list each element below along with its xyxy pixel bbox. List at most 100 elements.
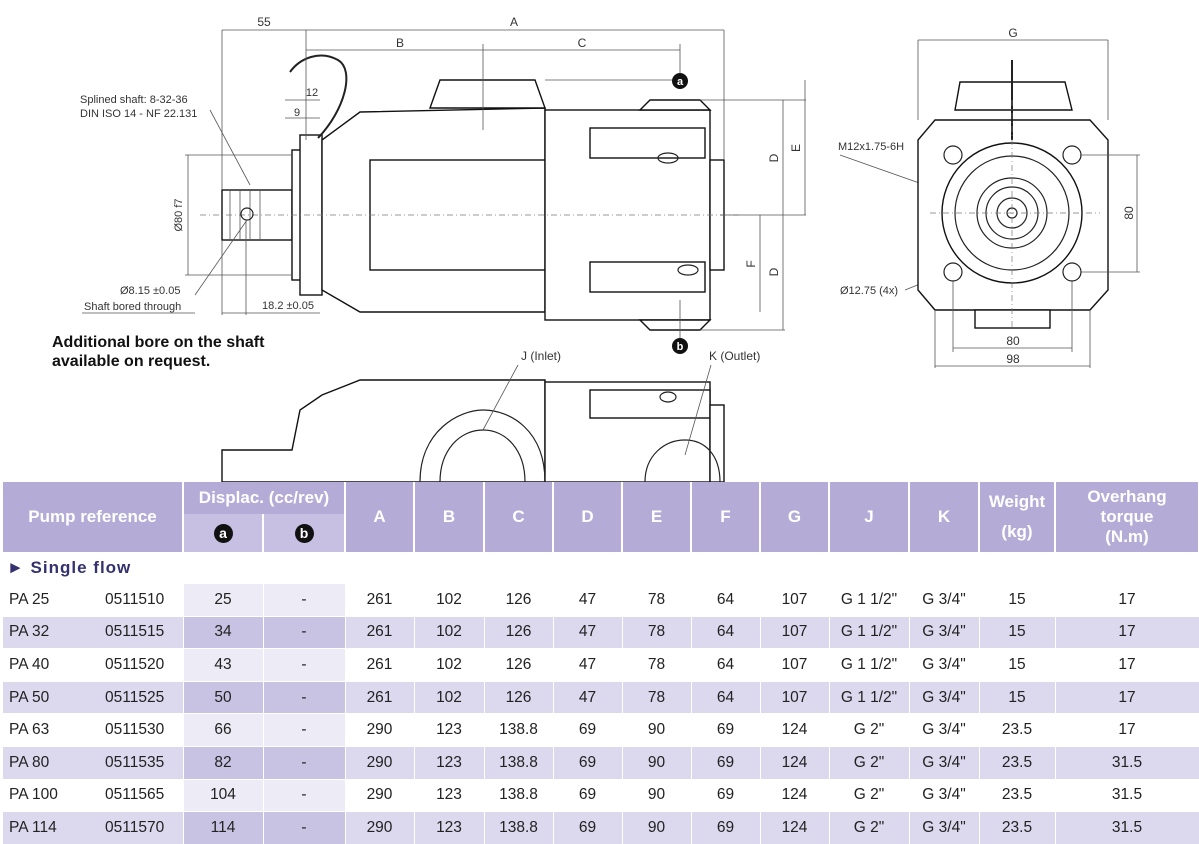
header-G: G	[760, 482, 830, 553]
thread-label: M12x1.75-6H	[838, 141, 904, 153]
header-sub-a: a	[183, 514, 264, 553]
cell-a: 261	[345, 615, 415, 649]
cell-j: G 1 1/2"	[829, 648, 910, 682]
cell-torque: 31.5	[1055, 778, 1199, 812]
table-row: PA 114 0511570 114-290 123 138.8 69 90 69 124 G 2…	[3, 811, 1199, 844]
dim-9: 9	[294, 107, 300, 119]
cell-b: -	[263, 745, 346, 780]
mark-a: a	[677, 76, 684, 88]
cell-torque: 31.5	[1055, 745, 1199, 780]
cell-g: 124	[760, 713, 830, 747]
cell-d: 69	[553, 745, 623, 780]
cell-weight: 23.5	[979, 713, 1056, 747]
pump-code: 0511570	[105, 818, 165, 836]
cell-c: 126	[484, 583, 554, 617]
dim-18-2: 18.2 ±0.05	[262, 300, 314, 312]
cell-c: 138.8	[484, 778, 554, 812]
cell-e: 90	[622, 811, 692, 844]
pump-code: 0511510	[105, 590, 165, 608]
pump-code: 0511530	[105, 721, 165, 739]
cell-f: 69	[691, 745, 761, 780]
pump-code: 0511535	[105, 753, 165, 771]
cell-f: 64	[691, 648, 761, 682]
cell-a: 290	[345, 811, 415, 844]
cell-a: 261	[345, 583, 415, 617]
cell-a: 290	[345, 745, 415, 780]
front-view: G 80 80 98 M12x1.75-6H Ø12.75 (4x)	[838, 26, 1140, 368]
cell-torque: 17	[1055, 713, 1199, 747]
holes-label: Ø12.75 (4x)	[840, 285, 898, 297]
pump-reference-cell: PA 40 0511520	[3, 648, 184, 682]
table-row: PA 25 0511510 25-261 102 126 47 78 64 107 G 1 1/2…	[3, 583, 1199, 617]
dim-A: A	[510, 15, 518, 29]
cell-d: 47	[553, 648, 623, 682]
pump-code: 0511525	[105, 688, 165, 706]
cell-g: 107	[760, 680, 830, 714]
header-displacement: Displac. (cc/rev)	[183, 482, 346, 514]
header-K: K	[909, 482, 980, 553]
cell-g: 124	[760, 745, 830, 780]
pump-reference-cell: PA 50 0511525	[3, 680, 184, 714]
cell-torque: 17	[1055, 680, 1199, 714]
header-torque-line2: torque	[1100, 507, 1154, 526]
cell-c: 126	[484, 648, 554, 682]
cell-e: 90	[622, 713, 692, 747]
section-single-flow: ► Single flow	[3, 552, 1199, 584]
note-line-1: Additional bore on the shaft	[52, 334, 265, 351]
header-E: E	[622, 482, 692, 553]
table-row: PA 50 0511525 50-261 102 126 47 78 64 107 G 1 1/2…	[3, 680, 1199, 714]
cell-c: 138.8	[484, 713, 554, 747]
header-torque-line3: (N.m)	[1105, 527, 1149, 546]
header-sub-b: b	[263, 514, 346, 553]
cell-j: G 2"	[829, 778, 910, 812]
dim-E: E	[789, 144, 803, 152]
spec-table-body: ► Single flow PA 25 0511510 25-261 102 126 47…	[3, 552, 1199, 844]
cell-b: -	[263, 648, 346, 682]
table-row: PA 80 0511535 82-290 123 138.8 69 90 69 124 G 2" G…	[3, 745, 1199, 780]
cell-k: G 3/4"	[909, 745, 980, 780]
cell-b: -	[263, 778, 346, 812]
cell-e: 78	[622, 615, 692, 649]
cell-b: 123	[414, 778, 485, 812]
bore-label: Ø8.15 ±0.05	[120, 285, 180, 297]
cell-c: 138.8	[484, 745, 554, 780]
splined-norm-label: DIN ISO 14 - NF 22.131	[80, 108, 197, 120]
header-overhang-torque: Overhang torque (N.m)	[1055, 482, 1199, 553]
dim-D-upper: D	[767, 153, 781, 162]
cell-b: 123	[414, 745, 485, 780]
header-torque-line1: Overhang	[1087, 487, 1167, 506]
table-row: PA 63 0511530 66-290 123 138.8 69 90 69 124 G 2" G…	[3, 713, 1199, 747]
cell-b: -	[263, 583, 346, 617]
cell-weight: 23.5	[979, 811, 1056, 844]
cell-weight: 15	[979, 583, 1056, 617]
cell-g: 107	[760, 615, 830, 649]
cell-j: G 1 1/2"	[829, 583, 910, 617]
dim-G: G	[1008, 26, 1017, 40]
dim-98: 98	[1006, 352, 1020, 366]
dim-80-horizontal: 80	[1006, 334, 1020, 348]
cell-d: 47	[553, 583, 623, 617]
cell-j: G 2"	[829, 811, 910, 844]
cell-k: G 3/4"	[909, 680, 980, 714]
header-J: J	[829, 482, 910, 553]
cell-k: G 3/4"	[909, 713, 980, 747]
cell-b: 123	[414, 713, 485, 747]
cell-e: 78	[622, 680, 692, 714]
dim-phi80: Ø80 f7	[173, 198, 185, 231]
cell-d: 69	[553, 713, 623, 747]
inlet-label: J (Inlet)	[521, 349, 561, 363]
cell-k: G 3/4"	[909, 648, 980, 682]
pump-reference-cell: PA 100 0511565	[3, 778, 184, 812]
pump-name: PA 63	[9, 721, 50, 739]
pump-name: PA 40	[9, 655, 50, 673]
pump-code: 0511515	[105, 623, 165, 641]
cell-weight: 15	[979, 648, 1056, 682]
header-weight: Weight (kg)	[979, 482, 1056, 553]
cell-torque: 31.5	[1055, 811, 1199, 844]
header-F: F	[691, 482, 761, 553]
header-D: D	[553, 482, 623, 553]
cell-e: 78	[622, 648, 692, 682]
cell-b: -	[263, 615, 346, 649]
pump-name: PA 50	[9, 688, 50, 706]
cell-b: -	[263, 811, 346, 844]
